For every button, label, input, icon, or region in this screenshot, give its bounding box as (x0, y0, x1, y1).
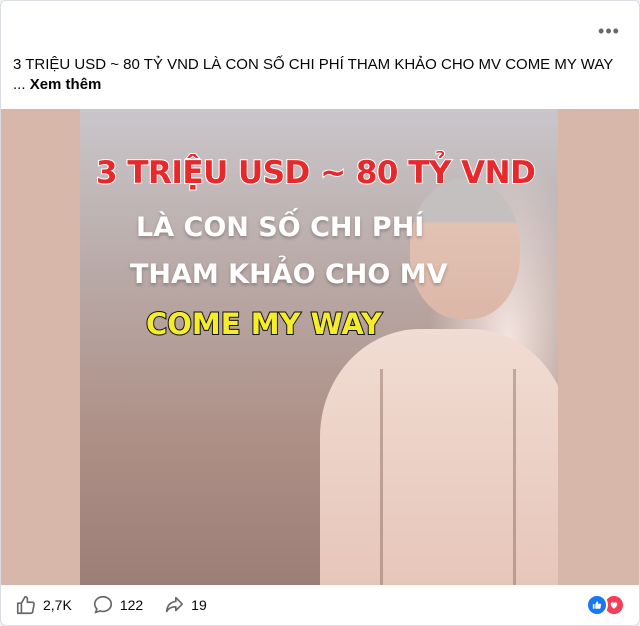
image-headline-3: THAM KHẢO CHO MV (130, 259, 448, 290)
comment-count: 122 (119, 597, 144, 613)
post-card: ••• 3 TRIỆU USD ~ 80 TỶ VND LÀ CON SỐ CH… (0, 0, 640, 626)
more-horizontal-icon: ••• (598, 20, 620, 41)
share-count: 19 (191, 597, 207, 613)
comment-icon (93, 595, 112, 614)
post-media[interactable]: 3 TRIỆU USD ~ 80 TỶ VND LÀ CON SỐ CHI PH… (1, 109, 639, 585)
post-photo[interactable]: 3 TRIỆU USD ~ 80 TỶ VND LÀ CON SỐ CHI PH… (80, 109, 558, 585)
comment-button[interactable]: 122 (92, 594, 143, 616)
reaction-summary[interactable] (586, 594, 625, 616)
share-button[interactable]: 19 (163, 594, 207, 616)
image-headline-1: 3 TRIỆU USD ~ 80 TỶ VND (95, 154, 537, 192)
post-caption: 3 TRIỆU USD ~ 80 TỶ VND LÀ CON SỐ CHI PH… (13, 55, 623, 95)
like-icon (16, 595, 35, 615)
like-count: 2,7K (43, 597, 72, 613)
person-head (410, 179, 520, 319)
image-headline-2: LÀ CON SỐ CHI PHÍ (136, 212, 425, 243)
action-bar: 2,7K 122 19 (1, 585, 639, 625)
caption-text: 3 TRIỆU USD ~ 80 TỶ VND LÀ CON SỐ CHI PH… (13, 56, 613, 93)
image-headline-4: COME MY WAY (145, 306, 383, 342)
like-reaction-icon (586, 594, 608, 616)
like-button[interactable]: 2,7K (15, 594, 72, 616)
person-figure (320, 329, 558, 585)
share-icon (166, 596, 184, 613)
see-more-link[interactable]: Xem thêm (30, 76, 102, 93)
more-options-button[interactable]: ••• (597, 19, 621, 43)
